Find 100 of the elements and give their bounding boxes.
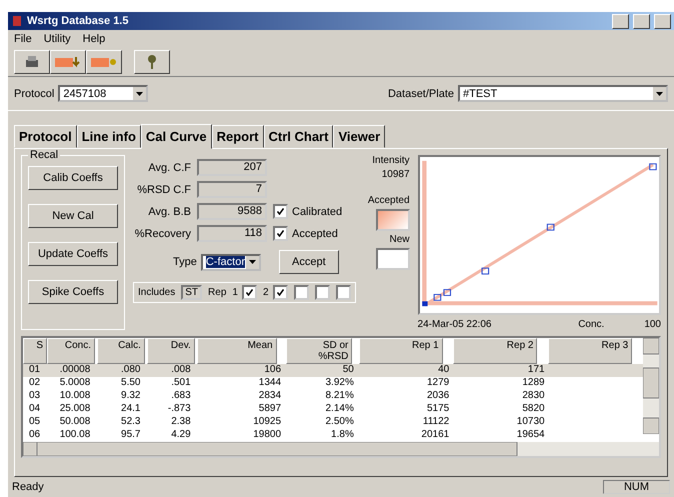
table-cell: 05 [28,416,40,427]
column-header[interactable]: Conc. [47,338,95,364]
field-label: %Recovery [134,228,191,240]
type-label: Type [173,256,197,268]
table-cell: .501 [171,377,191,388]
table-cell: 2.14% [325,403,354,414]
table-cell: 2834 [258,390,282,401]
column-header[interactable]: Rep 2 [453,338,538,364]
table-cell: 19800 [253,429,282,440]
table-cell: 9.32 [121,390,140,401]
accepted-label: Accepted [368,195,410,206]
table-cell: -.873 [168,403,191,414]
column-header[interactable]: Rep 1 [358,338,443,364]
menu-item[interactable]: File [14,33,32,45]
table-cell: 8.21% [325,390,354,401]
table-cell: .080 [121,364,140,375]
table-cell: 4.29 [171,429,191,440]
table-row[interactable]: 01 .00008 .080 .008 106 50 40 171 [23,364,643,377]
table-cell: 40 [438,364,450,375]
table-cell: 02 [28,377,40,388]
recal-button[interactable]: New Cal [28,204,118,228]
table-cell: 19654 [516,429,545,440]
table-cell: 50.008 [60,416,90,427]
column-header[interactable]: Dev. [146,338,195,364]
tab[interactable]: Cal Curve [140,124,212,149]
accept-button[interactable]: Accept [278,250,339,274]
table-cell: 5.0008 [60,377,90,388]
table-cell: 52.3 [121,416,140,427]
table-cell: 03 [28,390,40,401]
column-header[interactable]: SD or %RSD [286,338,352,364]
table-cell: 01 [28,364,40,375]
table-cell: .008 [171,364,191,375]
column-header[interactable]: Calc. [96,338,145,364]
protocol-dropdown[interactable]: 2457108 [58,85,148,102]
intensity-label: Intensity [372,155,410,166]
column-header[interactable]: Mean [196,338,277,364]
column-header[interactable]: Rep 3 [548,338,632,364]
table-cell: 04 [28,403,40,414]
tab[interactable]: Viewer [333,125,386,148]
x-axis-max: 100 [644,319,661,330]
table-cell: 1.8% [331,429,354,440]
protocol-label: Protocol [14,88,54,100]
table-cell: 1279 [426,377,450,388]
table-cell: 106 [264,364,282,375]
tab[interactable]: Report [212,125,264,148]
table-cell: 2830 [522,390,545,401]
table-cell: 25.008 [60,403,90,414]
table-cell: 171 [528,364,545,375]
window-title: Wsrtg Database 1.5 [27,15,130,27]
table-cell: 2.38 [171,416,191,427]
table-cell: .00008 [60,364,90,375]
field-label: Avg. C.F [147,162,191,174]
table-cell: 2036 [426,390,450,401]
table-cell: 1344 [258,377,282,388]
field-label: %RSD C.F [136,184,191,196]
table-cell: 5.50 [121,377,140,388]
table-cell: 3.92% [325,377,354,388]
table-cell: 1289 [522,377,545,388]
table-cell: 2.50% [325,416,354,427]
table-cell: 95.7 [121,429,140,440]
table-cell: 5175 [426,403,450,414]
menu-item[interactable]: Help [82,33,106,45]
rep-number: 2 [262,287,269,298]
table-cell: 100.08 [60,429,90,440]
table-cell: 5897 [258,403,282,414]
recal-button[interactable]: Calib Coeffs [28,166,118,190]
tab[interactable]: Line info [76,125,141,148]
type-dropdown[interactable]: C-factor [200,254,261,270]
group-title: Recal [28,149,60,161]
recal-button[interactable]: Spike Coeffs [28,280,118,304]
recal-button[interactable]: Update Coeffs [28,242,118,266]
rep-label: Rep [208,287,226,298]
new-label: New [390,234,410,245]
status-text: Ready [12,481,44,493]
dataset-dropdown[interactable]: #TEST [458,85,668,102]
rep-number: 1 [232,287,238,298]
chart-date: 24-Mar-05 22:06 [418,319,492,330]
table-cell: 24.1 [121,403,140,414]
tab[interactable]: Protocol [14,125,77,148]
value-field: 7 [197,181,267,198]
table-cell: 20161 [421,429,450,440]
x-axis-label: Conc. [578,319,604,330]
table-cell: 5820 [522,403,545,414]
tab[interactable]: Ctrl Chart [264,125,334,148]
value-field: 207 [197,159,267,176]
table-cell: .683 [171,390,191,401]
table-cell: 10.008 [60,390,90,401]
table-cell: 10730 [516,416,545,427]
table-cell: 10925 [253,416,282,427]
value-field: 9588 [197,203,267,220]
value-field: 118 [197,225,267,242]
checkbox-label: Calibrated [292,206,342,218]
field-label: Avg. B.B [147,206,191,218]
includes-label: Includes [138,287,176,298]
column-header[interactable]: S [23,338,47,364]
menu-item[interactable]: Utility [44,33,71,45]
num-indicator: NUM [602,480,670,494]
checkbox-label: Accepted [292,228,338,240]
st-field: ST [181,285,202,300]
table-cell: 06 [28,429,40,440]
